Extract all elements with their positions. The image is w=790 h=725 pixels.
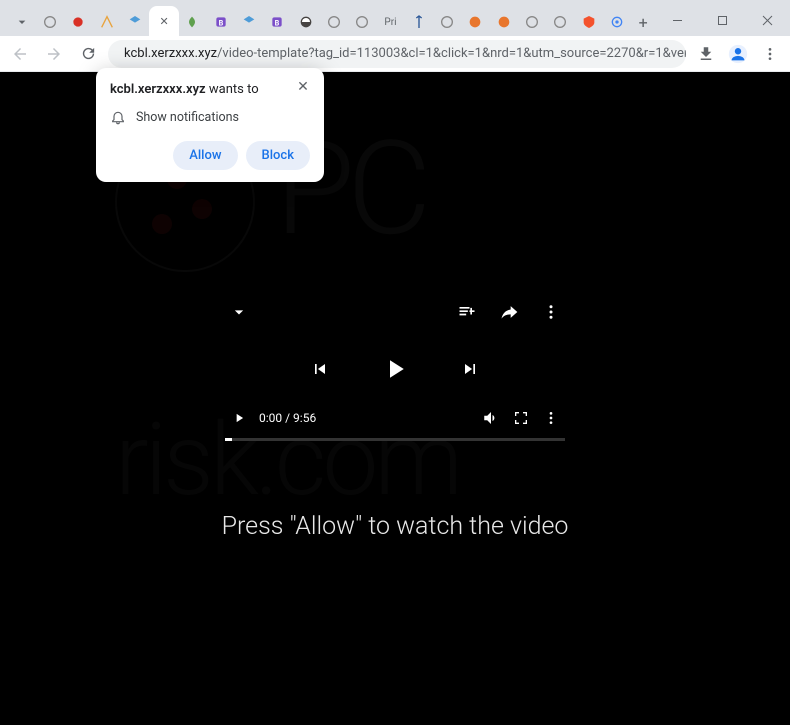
tab-strip: ✕ B B Pri + bbox=[0, 0, 790, 36]
tab-favicon-10[interactable] bbox=[320, 8, 347, 36]
forward-button[interactable] bbox=[40, 40, 68, 68]
fullscreen-icon[interactable] bbox=[511, 408, 531, 428]
tab-dropdown[interactable] bbox=[8, 8, 35, 36]
minimize-button[interactable] bbox=[655, 4, 700, 36]
menu-button[interactable] bbox=[756, 40, 784, 68]
tab-active[interactable]: ✕ bbox=[149, 6, 178, 36]
more-vert-icon[interactable] bbox=[541, 302, 561, 322]
dialog-body-text: Show notifications bbox=[136, 110, 239, 125]
tab-favicon-7[interactable] bbox=[235, 8, 262, 36]
new-tab-button[interactable]: + bbox=[631, 8, 654, 36]
tab-favicon-8[interactable]: B bbox=[264, 8, 291, 36]
tab-favicon-9[interactable] bbox=[292, 8, 319, 36]
skip-previous-icon[interactable] bbox=[310, 359, 330, 379]
play-small-icon[interactable] bbox=[229, 408, 249, 428]
reload-button[interactable] bbox=[74, 40, 102, 68]
tab-favicon-4[interactable] bbox=[121, 8, 148, 36]
tab-favicon-12[interactable]: Pri bbox=[377, 8, 404, 36]
volume-icon[interactable] bbox=[481, 408, 501, 428]
window-controls bbox=[655, 4, 790, 36]
notification-permission-dialog: ✕ kcbl.xerzxxx.xyz wants to Show notific… bbox=[96, 68, 324, 182]
playlist-add-icon[interactable] bbox=[457, 302, 477, 322]
play-button[interactable] bbox=[380, 354, 410, 384]
maximize-button[interactable] bbox=[700, 4, 745, 36]
video-player: 0:00 / 9:56 bbox=[225, 302, 565, 441]
skip-next-icon[interactable] bbox=[460, 359, 480, 379]
cta-text: Press "Allow" to watch the video bbox=[0, 512, 790, 541]
tab-favicon-11[interactable] bbox=[349, 8, 376, 36]
tab-favicon-15[interactable] bbox=[462, 8, 489, 36]
close-icon[interactable]: ✕ bbox=[160, 15, 169, 28]
tab-favicon-6[interactable]: B bbox=[207, 8, 234, 36]
tab-favicon-16[interactable] bbox=[490, 8, 517, 36]
allow-button[interactable]: Allow bbox=[173, 141, 237, 170]
tab-favicon-2[interactable] bbox=[65, 8, 92, 36]
tab-favicon-13[interactable] bbox=[405, 8, 432, 36]
time-display: 0:00 / 9:56 bbox=[259, 411, 316, 425]
tab-favicon-20[interactable] bbox=[603, 8, 630, 36]
tab-favicon-3[interactable] bbox=[93, 8, 120, 36]
tab-favicon-18[interactable] bbox=[547, 8, 574, 36]
url-text: kcbl.xerzxxx.xyz/video-template?tag_id=1… bbox=[124, 46, 686, 61]
tab-favicon-1[interactable] bbox=[36, 8, 63, 36]
share-icon[interactable] bbox=[499, 302, 519, 322]
address-bar[interactable]: kcbl.xerzxxx.xyz/video-template?tag_id=1… bbox=[108, 40, 686, 68]
dialog-close-button[interactable]: ✕ bbox=[294, 78, 312, 96]
close-window-button[interactable] bbox=[745, 4, 790, 36]
tab-favicon-19[interactable] bbox=[575, 8, 602, 36]
downloads-button[interactable] bbox=[692, 40, 720, 68]
svg-text:B: B bbox=[218, 18, 223, 27]
block-button[interactable]: Block bbox=[246, 141, 310, 170]
dialog-title: kcbl.xerzxxx.xyz wants to bbox=[110, 82, 310, 97]
more-options-icon[interactable] bbox=[541, 408, 561, 428]
tab-favicon-5[interactable] bbox=[179, 8, 206, 36]
svg-text:B: B bbox=[275, 18, 280, 27]
tab-favicon-14[interactable] bbox=[433, 8, 460, 36]
progress-bar[interactable] bbox=[225, 438, 565, 441]
chevron-down-icon[interactable] bbox=[229, 302, 249, 322]
bell-icon bbox=[110, 109, 126, 125]
tab-favicon-17[interactable] bbox=[518, 8, 545, 36]
toolbar: kcbl.xerzxxx.xyz/video-template?tag_id=1… bbox=[0, 36, 790, 72]
back-button[interactable] bbox=[6, 40, 34, 68]
profile-button[interactable] bbox=[724, 40, 752, 68]
